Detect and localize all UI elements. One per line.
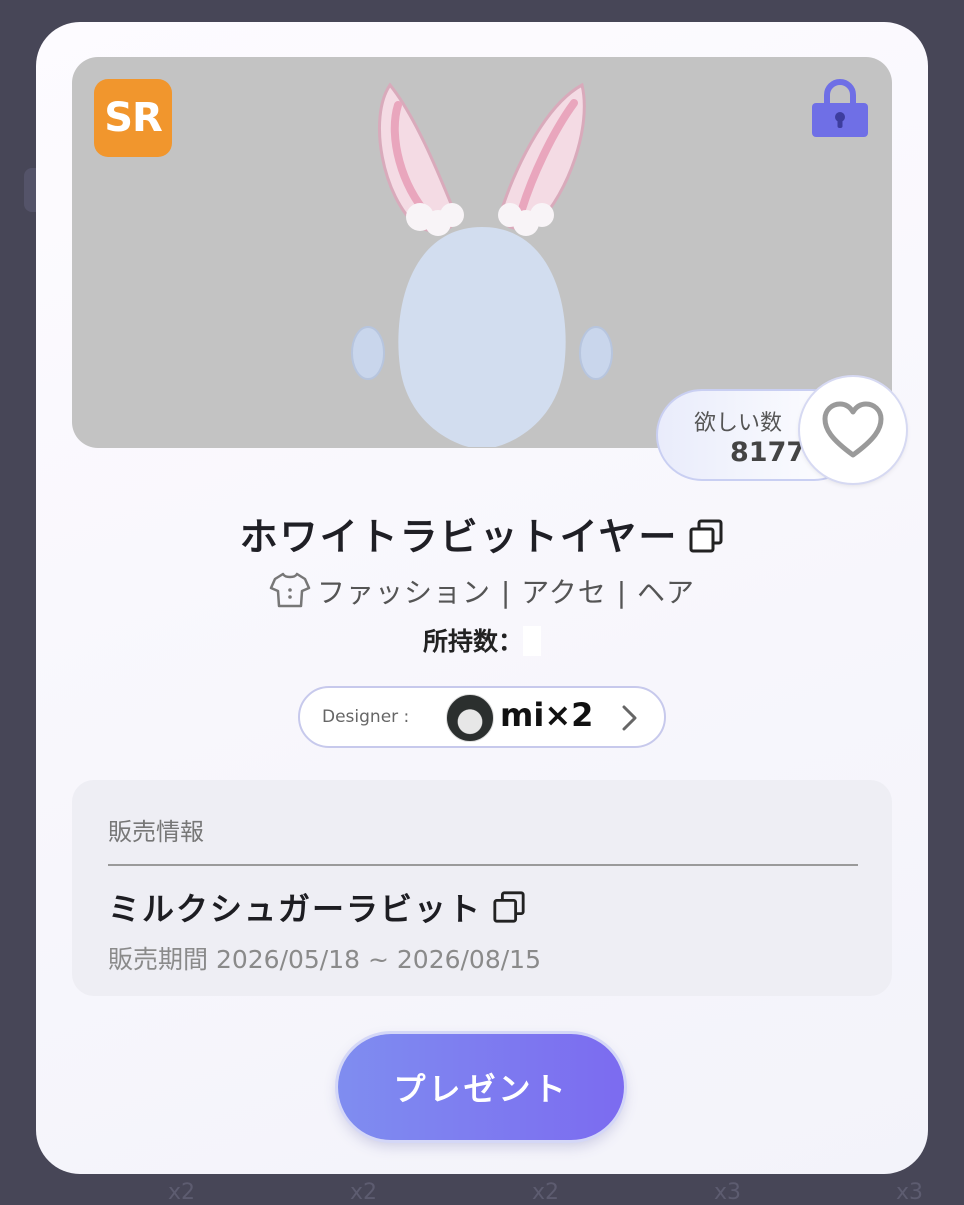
sale-period: 販売期間 2026/05/18 ~ 2026/08/15 — [108, 945, 541, 974]
present-button[interactable]: プレゼント — [338, 1034, 624, 1140]
item-title: ホワイトラビットイヤー — [239, 515, 679, 559]
chevron-right-icon — [622, 705, 637, 731]
designer-name: mi×2 — [500, 696, 594, 734]
bunny-ears-illustration — [351, 82, 613, 447]
sale-info-header: 販売情報 — [108, 818, 204, 846]
heart-icon — [822, 401, 884, 458]
designer-link[interactable]: Designer : mi×2 — [298, 686, 666, 748]
rarity-badge: SR — [94, 79, 172, 157]
wishlist-widget: 欲しい数 8177 — [656, 377, 906, 483]
divider — [108, 864, 858, 866]
owned-count-row: 所持数： — [36, 622, 928, 658]
background-multiplier: x3 — [896, 1180, 924, 1205]
copy-icon[interactable] — [492, 890, 526, 924]
lock-icon[interactable] — [810, 77, 870, 139]
background-multiplier: x2 — [532, 1180, 560, 1205]
sale-collection-name: ミルクシュガーラビット — [108, 890, 483, 928]
shirt-icon — [269, 572, 311, 608]
item-title-row: ホワイトラビットイヤー — [36, 506, 928, 561]
background-multiplier: x3 — [714, 1180, 742, 1205]
item-category: ファッション | アクセ | ヘア — [316, 576, 696, 609]
wishlist-heart-button[interactable] — [800, 377, 906, 483]
sale-info-panel: 販売情報 ミルクシュガーラビット 販売期間 2026/05/18 ~ 2026/… — [72, 780, 892, 996]
sale-collection-row: ミルクシュガーラビット — [108, 884, 526, 930]
copy-icon[interactable] — [688, 518, 724, 554]
background-multiplier: x2 — [350, 1180, 378, 1205]
item-category-row: ファッション | アクセ | ヘア — [36, 570, 928, 611]
wishlist-label: 欲しい数 — [694, 411, 783, 436]
wishlist-count: 8177 — [730, 437, 806, 468]
designer-label: Designer : — [322, 707, 410, 727]
item-detail-card: SR 欲しい数 8177 ホワイトラビットイヤー ファッション | アクセ | … — [36, 22, 928, 1174]
owned-count-value — [523, 626, 541, 656]
designer-avatar — [446, 694, 494, 742]
background-multiplier: x2 — [168, 1180, 196, 1205]
owned-label: 所持数： — [422, 627, 523, 656]
